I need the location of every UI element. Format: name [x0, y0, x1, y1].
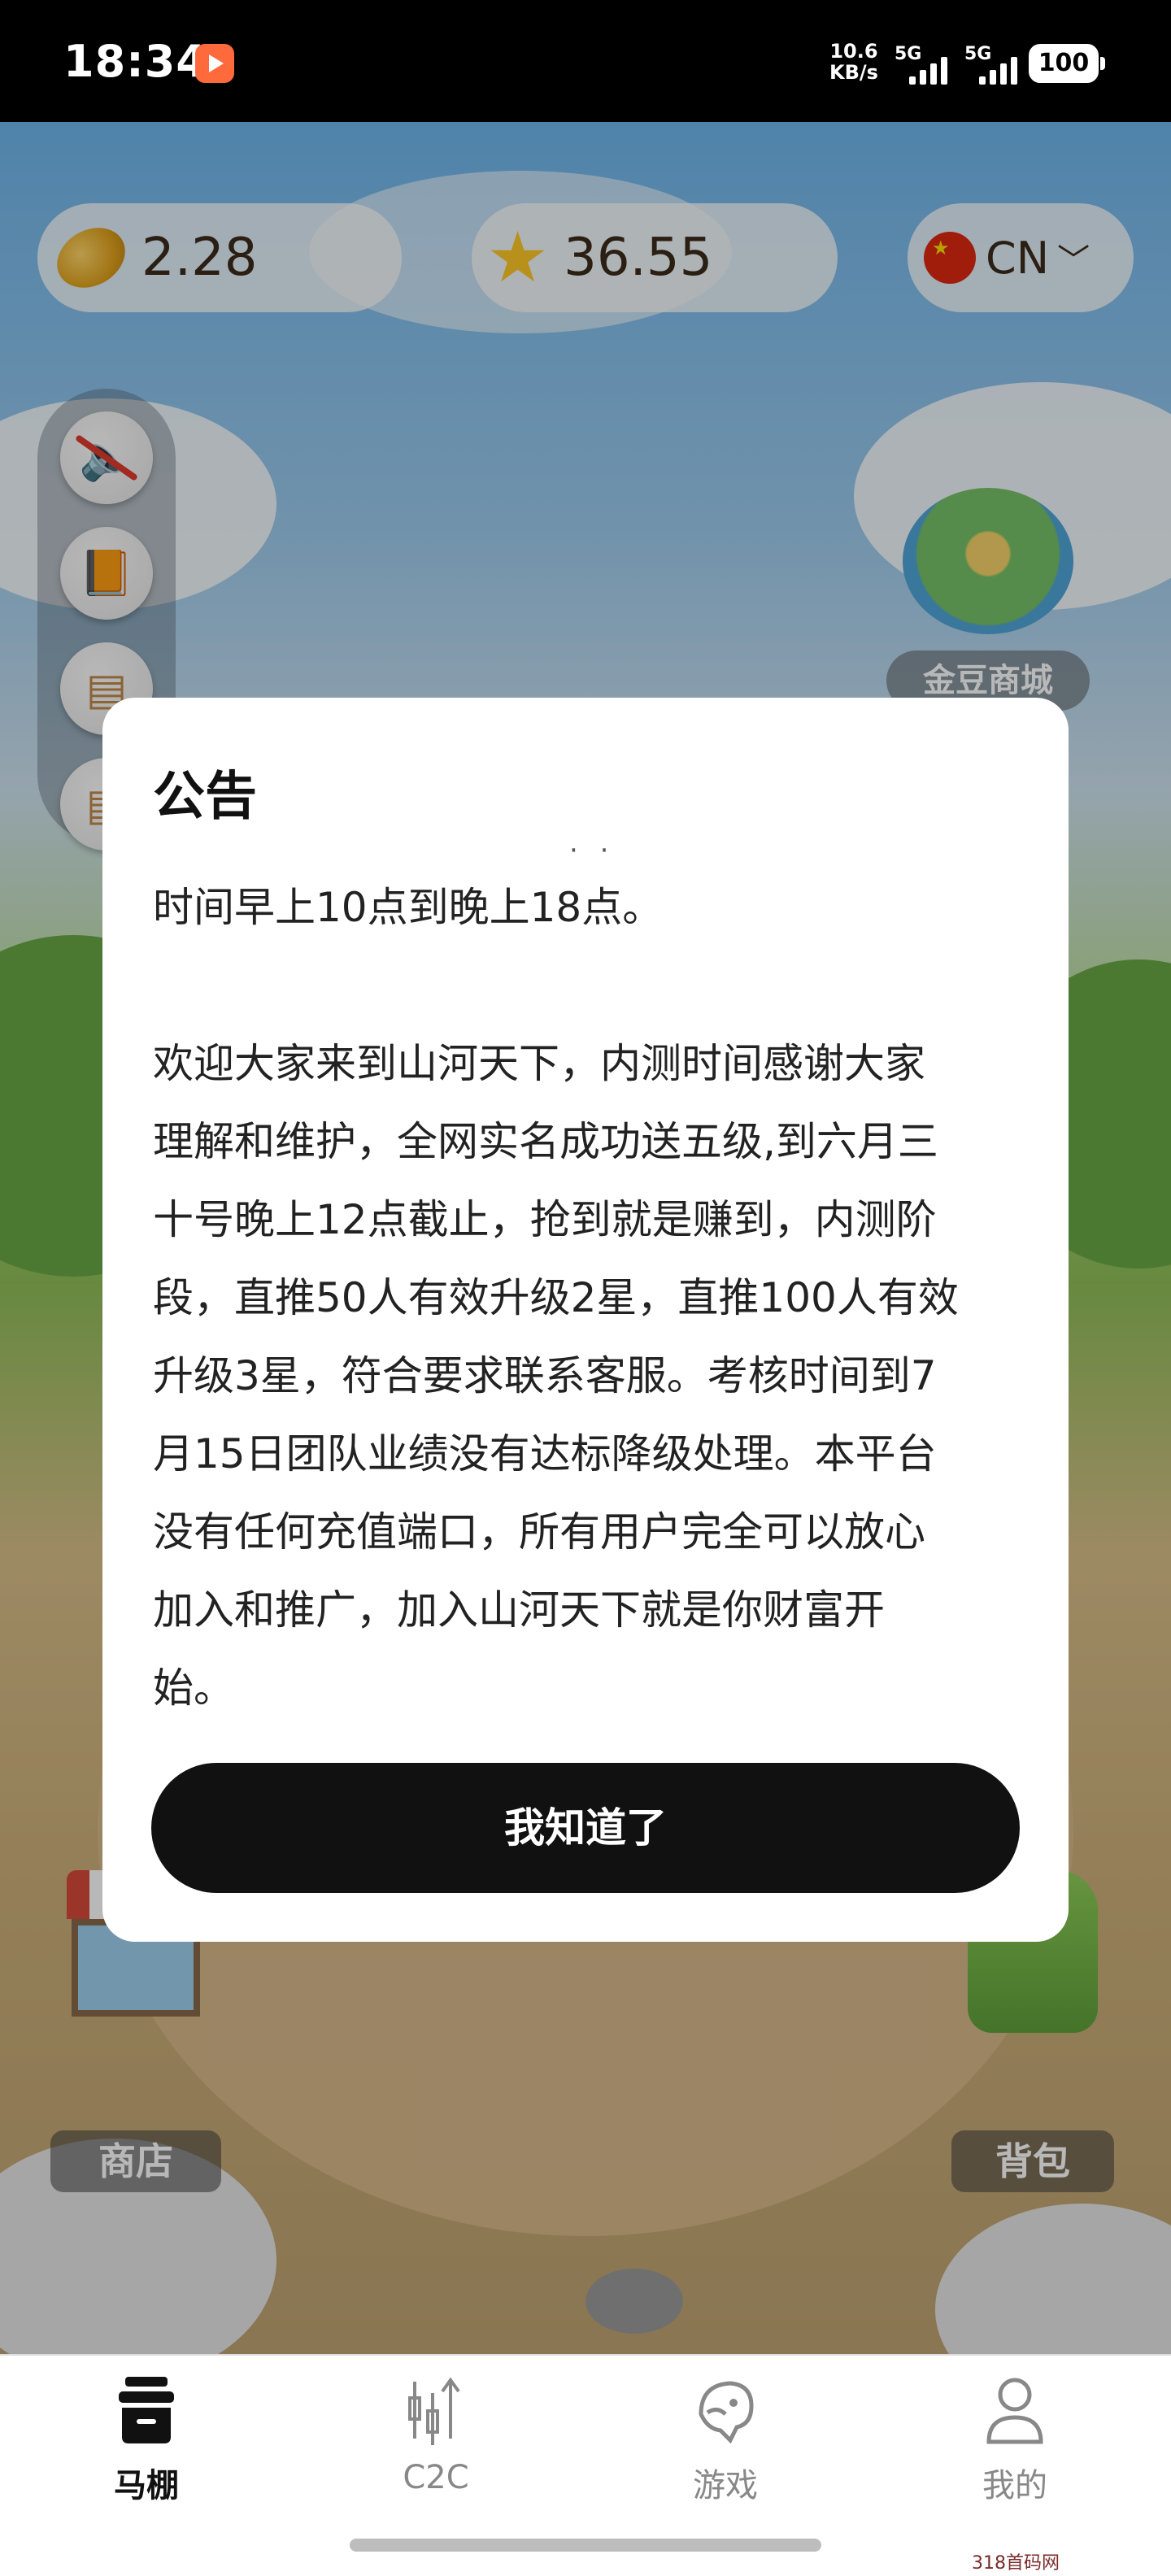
signal-strength-icon: 5G [895, 44, 960, 85]
signal-strength-icon: 5G [964, 44, 1030, 85]
nav-item-stable[interactable]: 马棚 [65, 2374, 228, 2520]
nav-item-profile[interactable]: 我的 [934, 2374, 1096, 2520]
network-speed: 10.6 KB/s [829, 40, 878, 84]
announcement-dialog: 公告 · · 时间早上10点到晚上18点。 欢迎大家来到山河天下，内测时间感谢大… [102, 698, 1069, 1942]
user-icon [986, 2378, 1043, 2444]
dialog-title: 公告 [153, 767, 257, 827]
watermark: 318首码网 www.e318.com [972, 2548, 1171, 2576]
nav-item-c2c[interactable]: C2C [355, 2374, 517, 2520]
scroll-indicator: · · [569, 834, 616, 867]
status-time: 18:34 [63, 36, 207, 87]
nav-item-games[interactable]: 游戏 [644, 2374, 807, 2520]
home-indicator[interactable] [350, 2539, 821, 2552]
acknowledge-button[interactable]: 我知道了 [151, 1763, 1020, 1893]
nav-label: 游戏 [693, 2467, 758, 2504]
battery-icon: 100 [1029, 44, 1105, 83]
announcement-text[interactable]: 时间早上10点到晚上18点。 欢迎大家来到山河天下，内测时间感谢大家 理解和维护… [153, 868, 1023, 1727]
stable-icon [119, 2377, 174, 2443]
nav-label: 我的 [982, 2467, 1047, 2504]
candlestick-chart-icon [408, 2377, 460, 2445]
nav-label: 马棚 [114, 2467, 179, 2504]
nav-label: C2C [403, 2459, 469, 2496]
horse-head-icon [699, 2381, 754, 2444]
status-bar: 18:34 10.6 KB/s 5G 5G 100 [0, 0, 1171, 122]
video-app-icon [195, 44, 234, 83]
